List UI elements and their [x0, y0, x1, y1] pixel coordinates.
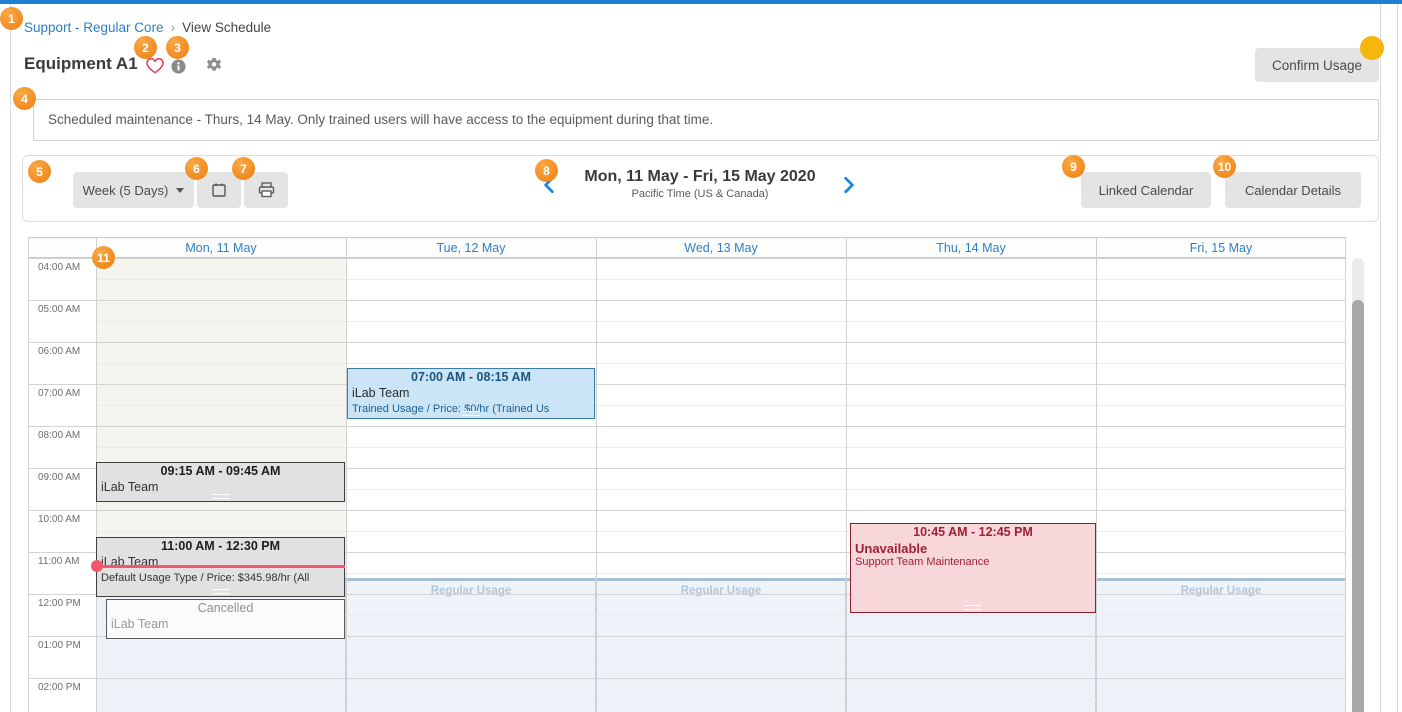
- top-accent-bar: [0, 0, 1402, 4]
- calendar-details-button[interactable]: Calendar Details: [1225, 172, 1361, 208]
- event-title: iLab Team: [348, 384, 594, 400]
- yellow-marker-dot: [1360, 36, 1384, 60]
- event-title: Unavailable: [851, 539, 1095, 556]
- date-range-block: Mon, 11 May - Fri, 15 May 2020 Pacific T…: [557, 168, 843, 200]
- favorite-heart-icon[interactable]: [146, 57, 164, 79]
- time-label: 01:00 PM: [38, 640, 81, 651]
- day-header-tue[interactable]: Tue, 12 May: [346, 237, 596, 258]
- event-status: Cancelled: [107, 600, 344, 615]
- right-panel-border: [1380, 4, 1381, 712]
- annotation-badge-7: 7: [232, 157, 255, 180]
- printer-icon: [258, 182, 275, 198]
- event-reservation-mon-915[interactable]: 09:15 AM - 09:45 AM iLab Team: [96, 462, 345, 502]
- time-row: 01:00 PM: [28, 636, 1346, 678]
- view-selector-label: Week (5 Days): [83, 183, 169, 198]
- event-price-detail: Default Usage Type / Price: $345.98/hr (…: [97, 569, 344, 584]
- day-header-wed[interactable]: Wed, 13 May: [596, 237, 846, 258]
- current-time-dot: [91, 560, 103, 572]
- chevron-right-icon: [842, 176, 856, 194]
- time-label: 04:00 AM: [38, 262, 80, 273]
- time-row: 05:00 AM: [28, 300, 1346, 342]
- event-time: 07:00 AM - 08:15 AM: [348, 369, 594, 384]
- event-detail: Support Team Maintenance: [851, 556, 1095, 568]
- column-separator: [1096, 237, 1097, 712]
- time-label: 11:00 AM: [38, 556, 80, 567]
- resize-handle[interactable]: [462, 411, 480, 416]
- day-header-thu[interactable]: Thu, 14 May: [846, 237, 1096, 258]
- calendar-toolbar: Week (5 Days) Mon, 11 May - Fri, 15 May …: [22, 155, 1379, 222]
- column-separator: [596, 237, 597, 712]
- time-label: 10:00 AM: [38, 514, 80, 525]
- annotation-badge-9: 9: [1062, 155, 1085, 178]
- resize-handle[interactable]: [212, 494, 230, 499]
- event-time: 09:15 AM - 09:45 AM: [97, 463, 344, 478]
- view-selector-dropdown[interactable]: Week (5 Days): [73, 172, 194, 208]
- annotation-badge-6: 6: [185, 157, 208, 180]
- maintenance-notice-text: Scheduled maintenance - Thurs, 14 May. O…: [48, 112, 713, 127]
- time-gutter-header: [28, 237, 96, 258]
- timezone-label: Pacific Time (US & Canada): [557, 188, 843, 200]
- day-header-fri[interactable]: Fri, 15 May: [1096, 237, 1346, 258]
- left-page-border: [10, 4, 11, 712]
- calendar-scrollbar-thumb[interactable]: [1352, 300, 1364, 712]
- annotation-badge-11: 11: [92, 246, 115, 269]
- annotation-badge-5: 5: [28, 160, 51, 183]
- event-time: 10:45 AM - 12:45 PM: [851, 524, 1095, 539]
- time-label: 08:00 AM: [38, 430, 80, 441]
- time-label: 02:00 PM: [38, 682, 81, 693]
- info-icon[interactable]: [171, 59, 186, 79]
- linked-calendar-button[interactable]: Linked Calendar: [1081, 172, 1211, 208]
- next-week-button[interactable]: [838, 174, 860, 198]
- time-label: 07:00 AM: [38, 388, 80, 399]
- breadcrumb: Support - Regular Core › View Schedule: [24, 20, 271, 35]
- chevron-down-icon: [176, 188, 184, 193]
- time-label: 06:00 AM: [38, 346, 80, 357]
- breadcrumb-separator: ›: [171, 20, 176, 35]
- event-title: iLab Team: [107, 615, 344, 631]
- page: Support - Regular Core › View Schedule Equ…: [0, 0, 1402, 712]
- annotation-badge-2: 2: [134, 36, 157, 59]
- breadcrumb-core-link[interactable]: Support - Regular Core: [24, 20, 164, 35]
- right-page-border: [1397, 4, 1398, 712]
- resize-handle[interactable]: [964, 605, 982, 610]
- annotation-badge-10: 10: [1213, 155, 1236, 178]
- grid-border-right: [1345, 237, 1346, 712]
- time-row: 06:00 AM: [28, 342, 1346, 384]
- gear-icon[interactable]: [206, 57, 222, 78]
- event-time: 11:00 AM - 12:30 PM: [97, 538, 344, 553]
- breadcrumb-current: View Schedule: [182, 20, 271, 35]
- current-time-line: [96, 565, 345, 568]
- column-separator: [346, 237, 347, 712]
- resize-handle[interactable]: [212, 589, 230, 594]
- maintenance-notice: Scheduled maintenance - Thurs, 14 May. O…: [33, 99, 1379, 141]
- page-title: Equipment A1: [24, 54, 138, 74]
- event-unavailable-thu[interactable]: 10:45 AM - 12:45 PM Unavailable Support …: [850, 523, 1096, 613]
- annotation-badge-4: 4: [13, 87, 36, 110]
- event-title: iLab Team: [97, 478, 344, 494]
- time-label: 05:00 AM: [38, 304, 80, 315]
- grid-border-left: [28, 237, 29, 712]
- column-separator: [846, 237, 847, 712]
- annotation-badge-8: 8: [535, 159, 558, 182]
- annotation-badge-3: 3: [166, 36, 189, 59]
- event-cancelled-mon[interactable]: Cancelled iLab Team: [106, 599, 345, 639]
- time-label: 12:00 PM: [38, 598, 81, 609]
- time-row: 07:00 AM: [28, 384, 1346, 426]
- event-trained-tue-700[interactable]: 07:00 AM - 08:15 AM iLab Team Trained Us…: [347, 368, 595, 419]
- calendar-icon: [211, 182, 227, 198]
- day-header-mon[interactable]: Mon, 11 May: [96, 237, 346, 258]
- annotation-badge-1: 1: [0, 7, 23, 30]
- time-label: 09:00 AM: [38, 472, 80, 483]
- time-row: 04:00 AM: [28, 258, 1346, 300]
- date-range-label: Mon, 11 May - Fri, 15 May 2020: [557, 168, 843, 186]
- time-row: 02:00 PM: [28, 678, 1346, 712]
